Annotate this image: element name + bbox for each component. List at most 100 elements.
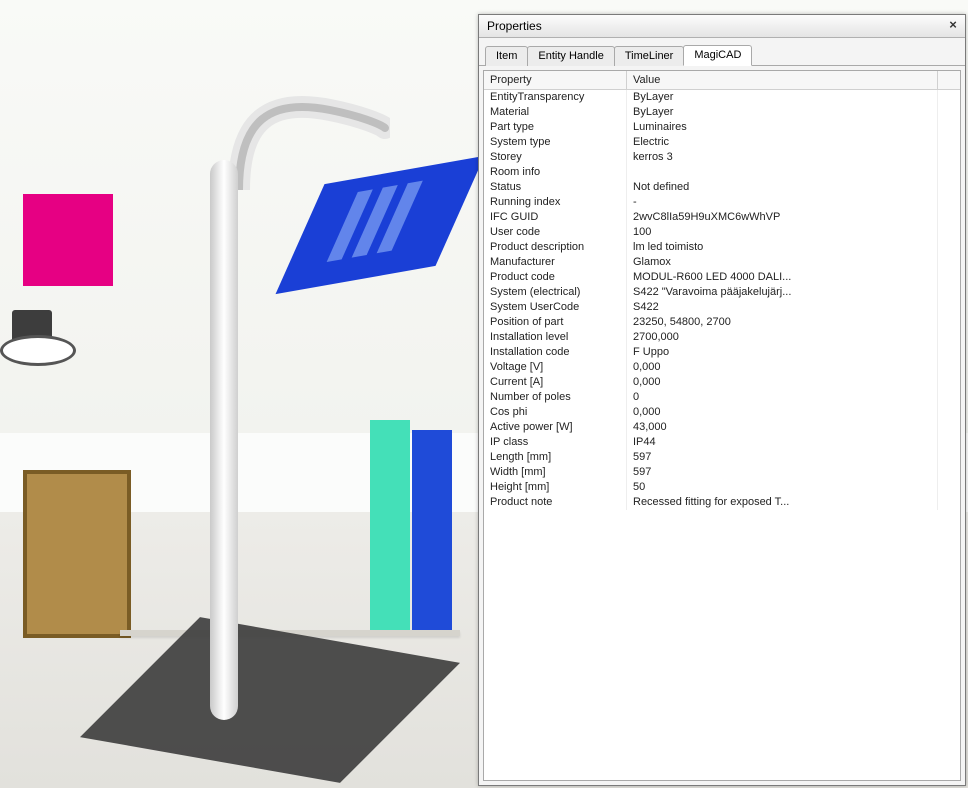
- property-spacer-cell: [937, 105, 960, 120]
- properties-title: Properties: [487, 19, 945, 33]
- property-name-cell: Material: [484, 105, 627, 120]
- property-value-cell: 597: [627, 465, 938, 480]
- property-name-cell: Product code: [484, 270, 627, 285]
- property-spacer-cell: [937, 180, 960, 195]
- tab-item[interactable]: Item: [485, 46, 528, 66]
- property-row[interactable]: Cos phi0,000: [484, 405, 960, 420]
- property-value-cell: MODUL-R600 LED 4000 DALI...: [627, 270, 938, 285]
- property-name-cell: Installation code: [484, 345, 627, 360]
- property-value-cell: kerros 3: [627, 150, 938, 165]
- property-row[interactable]: Position of part23250, 54800, 2700: [484, 315, 960, 330]
- property-name-cell: Current [A]: [484, 375, 627, 390]
- property-name-cell: Width [mm]: [484, 465, 627, 480]
- property-value-cell: 2wvC8lIa59H9uXMC6wWhVP: [627, 210, 938, 225]
- property-row[interactable]: Room info: [484, 165, 960, 180]
- property-spacer-cell: [937, 360, 960, 375]
- property-row[interactable]: Length [mm]597: [484, 450, 960, 465]
- properties-panel: Properties × Item Entity Handle TimeLine…: [478, 14, 966, 786]
- property-spacer-cell: [937, 120, 960, 135]
- property-name-cell: System type: [484, 135, 627, 150]
- tab-magicad[interactable]: MagiCAD: [683, 45, 752, 66]
- property-row[interactable]: EntityTransparencyByLayer: [484, 90, 960, 106]
- property-value-cell: 100: [627, 225, 938, 240]
- property-row[interactable]: IFC GUID2wvC8lIa59H9uXMC6wWhVP: [484, 210, 960, 225]
- property-name-cell: Position of part: [484, 315, 627, 330]
- property-name-cell: Height [mm]: [484, 480, 627, 495]
- property-spacer-cell: [937, 255, 960, 270]
- property-spacer-cell: [937, 465, 960, 480]
- property-row[interactable]: Height [mm]50: [484, 480, 960, 495]
- property-name-cell: Active power [W]: [484, 420, 627, 435]
- property-name-cell: EntityTransparency: [484, 90, 627, 106]
- property-spacer-cell: [937, 480, 960, 495]
- property-value-cell: ByLayer: [627, 105, 938, 120]
- tab-timeliner[interactable]: TimeLiner: [614, 46, 685, 66]
- properties-grid-container: Property Value EntityTransparencyByLayer…: [483, 70, 961, 781]
- property-spacer-cell: [937, 135, 960, 150]
- property-value-cell: lm led toimisto: [627, 240, 938, 255]
- column-header-property[interactable]: Property: [484, 71, 627, 90]
- property-name-cell: Room info: [484, 165, 627, 180]
- property-name-cell: Product description: [484, 240, 627, 255]
- properties-titlebar[interactable]: Properties ×: [479, 15, 965, 38]
- column-header-value[interactable]: Value: [627, 71, 938, 90]
- property-spacer-cell: [937, 240, 960, 255]
- property-spacer-cell: [937, 270, 960, 285]
- property-row[interactable]: StatusNot defined: [484, 180, 960, 195]
- property-row[interactable]: Product noteRecessed fitting for exposed…: [484, 495, 960, 510]
- property-spacer-cell: [937, 345, 960, 360]
- scene-wood-panel: [23, 470, 131, 638]
- close-icon[interactable]: ×: [945, 18, 961, 34]
- property-name-cell: System UserCode: [484, 300, 627, 315]
- property-name-cell: Cos phi: [484, 405, 627, 420]
- property-value-cell: S422 "Varavoima pääjakelujärj...: [627, 285, 938, 300]
- property-row[interactable]: Product codeMODUL-R600 LED 4000 DALI...: [484, 270, 960, 285]
- property-name-cell: Manufacturer: [484, 255, 627, 270]
- property-name-cell: System (electrical): [484, 285, 627, 300]
- property-name-cell: User code: [484, 225, 627, 240]
- property-row[interactable]: Part typeLuminaires: [484, 120, 960, 135]
- property-row[interactable]: Installation level2700,000: [484, 330, 960, 345]
- property-value-cell: Electric: [627, 135, 938, 150]
- property-value-cell: Luminaires: [627, 120, 938, 135]
- property-name-cell: Product note: [484, 495, 627, 510]
- property-row[interactable]: Product descriptionlm led toimisto: [484, 240, 960, 255]
- property-spacer-cell: [937, 495, 960, 510]
- property-spacer-cell: [937, 330, 960, 345]
- property-row[interactable]: Width [mm]597: [484, 465, 960, 480]
- property-row[interactable]: IP classIP44: [484, 435, 960, 450]
- property-row[interactable]: User code100: [484, 225, 960, 240]
- property-value-cell: Glamox: [627, 255, 938, 270]
- property-value-cell: ByLayer: [627, 90, 938, 106]
- property-row[interactable]: System UserCodeS422: [484, 300, 960, 315]
- property-row[interactable]: Number of poles0: [484, 390, 960, 405]
- property-value-cell: 0,000: [627, 360, 938, 375]
- property-value-cell: Recessed fitting for exposed T...: [627, 495, 938, 510]
- property-spacer-cell: [937, 450, 960, 465]
- property-spacer-cell: [937, 150, 960, 165]
- property-name-cell: IFC GUID: [484, 210, 627, 225]
- properties-tabstrip: Item Entity Handle TimeLiner MagiCAD: [479, 38, 965, 66]
- property-row[interactable]: System typeElectric: [484, 135, 960, 150]
- property-value-cell: -: [627, 195, 938, 210]
- property-value-cell: [627, 165, 938, 180]
- property-row[interactable]: MaterialByLayer: [484, 105, 960, 120]
- tab-entity-handle[interactable]: Entity Handle: [527, 46, 614, 66]
- property-row[interactable]: ManufacturerGlamox: [484, 255, 960, 270]
- property-row[interactable]: System (electrical)S422 "Varavoima pääja…: [484, 285, 960, 300]
- property-row[interactable]: Current [A]0,000: [484, 375, 960, 390]
- property-row[interactable]: Active power [W]43,000: [484, 420, 960, 435]
- property-row[interactable]: Running index-: [484, 195, 960, 210]
- property-name-cell: Part type: [484, 120, 627, 135]
- property-spacer-cell: [937, 420, 960, 435]
- property-spacer-cell: [937, 375, 960, 390]
- property-spacer-cell: [937, 435, 960, 450]
- property-row[interactable]: Storeykerros 3: [484, 150, 960, 165]
- property-row[interactable]: Installation codeF Uppo: [484, 345, 960, 360]
- property-value-cell: 0: [627, 390, 938, 405]
- property-row[interactable]: Voltage [V]0,000: [484, 360, 960, 375]
- property-spacer-cell: [937, 315, 960, 330]
- property-spacer-cell: [937, 90, 960, 106]
- property-value-cell: 43,000: [627, 420, 938, 435]
- property-value-cell: 50: [627, 480, 938, 495]
